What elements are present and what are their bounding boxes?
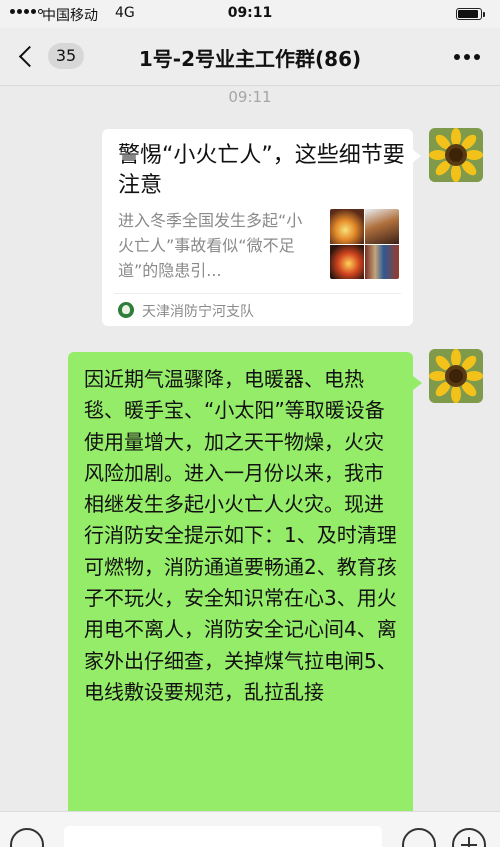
sender-avatar[interactable] <box>429 349 483 403</box>
chat-header: 35 1号-2号业主工作群(86) <box>0 28 500 86</box>
battery-icon <box>456 8 485 20</box>
message-input-bar <box>0 811 500 847</box>
sender-avatar[interactable] <box>429 128 483 182</box>
more-functions-button[interactable] <box>452 828 486 847</box>
official-account-icon <box>118 302 134 318</box>
bubble-tail <box>413 376 422 390</box>
article-thumbnail <box>330 209 399 279</box>
battery-level-fill <box>458 10 478 18</box>
message-input[interactable] <box>64 826 382 847</box>
card-divider <box>114 293 401 294</box>
text-message-bubble[interactable]: 因近期气温骤降，电暖器、电热毯、暖手宝、“小太阳”等取暖设备使用量增大，加之天干… <box>68 352 413 811</box>
unread-count-badge: 35 <box>48 43 84 69</box>
back-button[interactable]: 35 <box>14 42 84 72</box>
sunflower-avatar-icon <box>429 128 483 182</box>
status-bar: 中国移动 4G 09:11 <box>0 0 500 28</box>
shared-article-card[interactable]: 警惕“小火亡人”，这些细节要注意 进入冬季全国发生多起“小火亡人”事故看似“微不… <box>102 129 421 326</box>
more-dots-icon <box>454 54 460 60</box>
article-title: 警惕“小火亡人”，这些细节要注意 <box>118 143 405 198</box>
status-time: 09:11 <box>227 5 273 21</box>
chat-title: 1号-2号业主工作群(86) <box>138 47 362 71</box>
chevron-left-icon <box>18 45 41 68</box>
message-timestamp: 09:11 <box>228 88 272 106</box>
emoji-button[interactable] <box>402 828 436 847</box>
voice-input-button[interactable] <box>10 828 44 847</box>
more-options-button[interactable] <box>454 54 480 60</box>
sunflower-avatar-icon <box>429 349 483 403</box>
article-description: 进入冬季全国发生多起“小火亡人”事故看似“微不足道”的隐患引... <box>118 211 303 280</box>
article-source: 天津消防宁河支队 <box>142 304 254 320</box>
wechat-chat-screen: 中国移动 4G 09:11 35 1号-2号业主工作群(86) 09:11 警惕… <box>0 0 500 847</box>
message-list[interactable]: 09:11 警惕“小火亡人”，这些细节要注意 进入冬季全国发生多起“小火亡人”事… <box>0 86 500 811</box>
